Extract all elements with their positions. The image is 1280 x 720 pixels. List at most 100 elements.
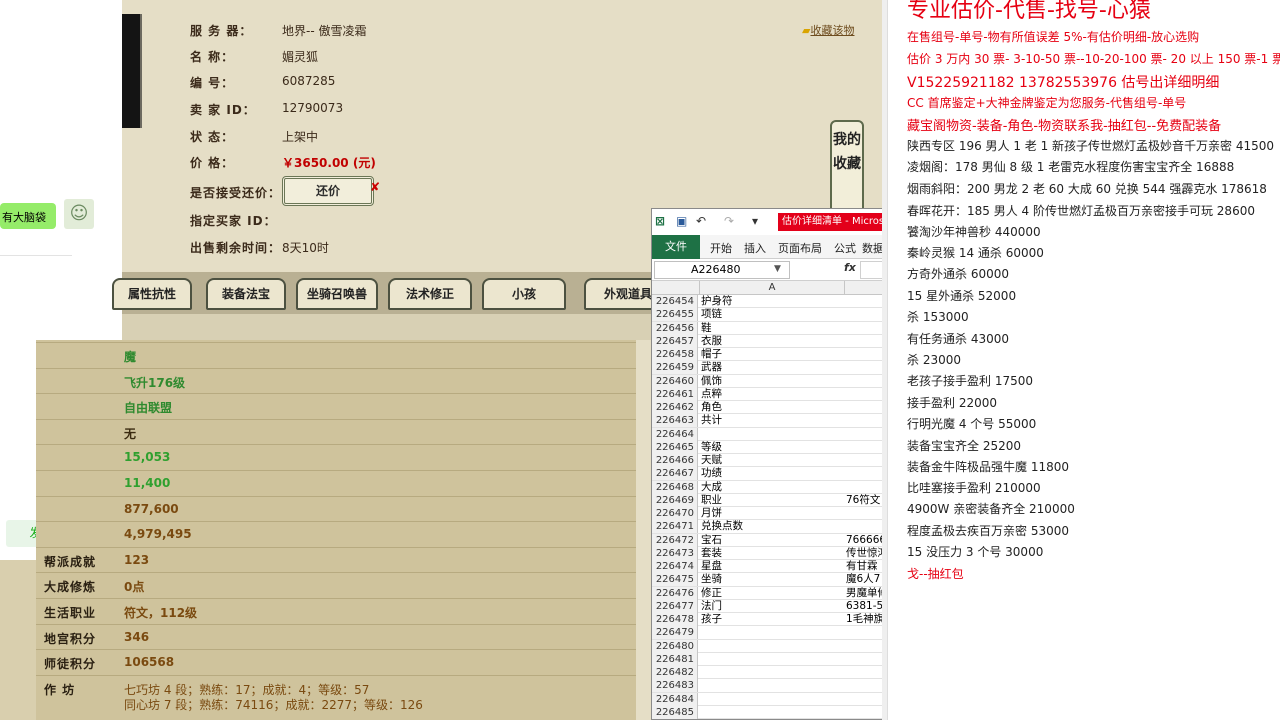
cell-a[interactable]: 功绩 bbox=[701, 467, 843, 480]
row-number[interactable]: 226479 bbox=[652, 626, 698, 640]
cell-a[interactable]: 宝石 bbox=[701, 534, 843, 547]
ribbon-tab-1[interactable]: 开始 bbox=[710, 240, 732, 256]
tab-1[interactable]: 属性抗性 bbox=[112, 278, 192, 310]
redo-icon[interactable]: ↷ bbox=[724, 214, 734, 228]
undo-icon[interactable]: ↶ bbox=[696, 214, 706, 228]
row-number[interactable]: 226484 bbox=[652, 692, 698, 706]
row-number[interactable]: 226470 bbox=[652, 507, 698, 520]
cell-a[interactable]: 坐骑 bbox=[701, 573, 843, 586]
row-number[interactable]: 226458 bbox=[652, 348, 698, 361]
row-number[interactable]: 226480 bbox=[652, 639, 698, 653]
cell-a[interactable]: 大成 bbox=[701, 481, 843, 494]
row-number[interactable]: 226472 bbox=[652, 533, 698, 547]
cell-a[interactable]: 衣服 bbox=[701, 335, 843, 348]
cell-a[interactable]: 护身符 bbox=[701, 295, 843, 308]
name-box[interactable]: A226480 bbox=[654, 261, 790, 279]
field-label: 服 务 器： bbox=[190, 24, 253, 38]
row-number[interactable]: 226485 bbox=[652, 705, 698, 719]
cell-a[interactable]: 佩饰 bbox=[701, 375, 843, 388]
advert-line: 估价 3 万内 30 票- 3-10-50 票--10-20-100 票- 20… bbox=[907, 52, 1280, 66]
contact-avatar[interactable]: ☺ bbox=[64, 199, 94, 229]
advert-line: 烟雨斜阳：200 男龙 2 老 60 大成 60 兑换 544 强霹克水 178… bbox=[907, 182, 1267, 196]
cell-a[interactable]: 孩子 bbox=[701, 613, 843, 626]
ribbon-tab-5[interactable]: 数据 bbox=[862, 240, 884, 256]
row-number[interactable]: 226469 bbox=[652, 493, 698, 507]
background-strip bbox=[0, 560, 36, 720]
row-number[interactable]: 226482 bbox=[652, 666, 698, 679]
row-number[interactable]: 226478 bbox=[652, 613, 698, 626]
cell-a[interactable]: 天赋 bbox=[701, 454, 843, 467]
favorite-link[interactable]: ▰收藏该物 bbox=[802, 22, 854, 38]
buyer-id-label: 指定买家 ID： bbox=[190, 214, 277, 228]
cell-a[interactable]: 角色 bbox=[701, 401, 843, 414]
cell-a[interactable]: 帽子 bbox=[701, 348, 843, 361]
row-number[interactable]: 226476 bbox=[652, 586, 698, 600]
cell-a[interactable]: 点粹 bbox=[701, 388, 843, 401]
cell-a[interactable]: 职业 bbox=[701, 494, 843, 507]
close-icon[interactable]: ✘ bbox=[370, 180, 380, 194]
row-number[interactable]: 226467 bbox=[652, 467, 698, 481]
row-number[interactable]: 226474 bbox=[652, 560, 698, 573]
cell-a[interactable]: 套装 bbox=[701, 547, 843, 560]
attribute-value: 自由联盟 bbox=[124, 401, 173, 416]
row-number[interactable]: 226455 bbox=[652, 308, 698, 322]
tab-file[interactable]: 文件 bbox=[652, 235, 700, 259]
insert-function-icon[interactable]: fx bbox=[844, 261, 856, 274]
ribbon-tab-4[interactable]: 公式 bbox=[834, 240, 856, 256]
ribbon-tab-3[interactable]: 页面布局 bbox=[778, 240, 822, 256]
row-number[interactable]: 226464 bbox=[652, 427, 698, 441]
row-number[interactable]: 226475 bbox=[652, 573, 698, 587]
advert-line: 春晖花开：185 男人 4 阶传世燃灯孟极百万亲密接手可玩 28600 bbox=[907, 204, 1255, 218]
row-number[interactable]: 226456 bbox=[652, 321, 698, 335]
field-value: 地界-- 傲雪凌霜 bbox=[282, 24, 367, 38]
select-all-corner[interactable] bbox=[652, 281, 699, 295]
row-number[interactable]: 226473 bbox=[652, 546, 698, 560]
cell-a[interactable]: 等级 bbox=[701, 441, 843, 454]
field-label: 编 号： bbox=[190, 76, 235, 90]
tab-5[interactable]: 小孩 bbox=[482, 278, 566, 310]
document-scrollbar[interactable] bbox=[882, 0, 888, 720]
attribute-label: 大成修炼 bbox=[44, 580, 97, 595]
attribute-row: 自由联盟 bbox=[36, 393, 636, 419]
cell-a[interactable]: 修正 bbox=[701, 587, 843, 600]
cell-a[interactable]: 共计 bbox=[701, 414, 843, 427]
chevron-down-icon[interactable]: ▼ bbox=[774, 264, 781, 274]
cell-a[interactable]: 项链 bbox=[701, 308, 843, 321]
advert-line: 戈--抽红包 bbox=[907, 567, 964, 581]
advert-line: V15225921182 13782553976 估号出详细明细 bbox=[907, 75, 1220, 91]
my-favorites-button[interactable]: 我的收藏 bbox=[830, 120, 864, 218]
cell-a[interactable]: 月饼 bbox=[701, 507, 843, 520]
cell-a[interactable]: 法门 bbox=[701, 600, 843, 613]
column-header-a[interactable]: A bbox=[699, 281, 844, 295]
row-number[interactable]: 226471 bbox=[652, 520, 698, 534]
attribute-row: 大成修炼 0点 bbox=[36, 572, 636, 598]
tab-2[interactable]: 装备法宝 bbox=[206, 278, 286, 310]
cell-a[interactable]: 兑换点数 bbox=[701, 520, 843, 533]
row-number[interactable]: 226463 bbox=[652, 414, 698, 428]
advert-line: 装备金牛阵极品强牛魔 11800 bbox=[907, 460, 1069, 474]
row-number[interactable]: 226454 bbox=[652, 295, 698, 308]
advert-line: 行明光魔 4 个号 55000 bbox=[907, 417, 1037, 431]
save-icon[interactable]: ▣ bbox=[676, 214, 687, 228]
row-number[interactable]: 226477 bbox=[652, 599, 698, 613]
row-number[interactable]: 226462 bbox=[652, 401, 698, 414]
customize-toolbar-icon[interactable]: ▾ bbox=[752, 214, 758, 228]
row-number[interactable]: 226457 bbox=[652, 334, 698, 348]
attribute-row: 无 bbox=[36, 418, 636, 445]
row-number[interactable]: 226468 bbox=[652, 480, 698, 494]
counter-offer-button[interactable]: 还价 bbox=[282, 176, 374, 206]
row-number[interactable]: 226459 bbox=[652, 361, 698, 375]
row-number[interactable]: 226460 bbox=[652, 374, 698, 388]
tab-3[interactable]: 坐骑召唤兽 bbox=[296, 278, 378, 310]
cell-a[interactable]: 武器 bbox=[701, 361, 843, 374]
field-label: 价 格： bbox=[190, 156, 235, 170]
cell-a[interactable]: 星盘 bbox=[701, 560, 843, 573]
row-number[interactable]: 226466 bbox=[652, 454, 698, 467]
ribbon-tab-2[interactable]: 插入 bbox=[744, 240, 766, 256]
row-number[interactable]: 226461 bbox=[652, 387, 698, 401]
cell-a[interactable]: 鞋 bbox=[701, 322, 843, 335]
tab-4[interactable]: 法术修正 bbox=[388, 278, 472, 310]
row-number[interactable]: 226483 bbox=[652, 679, 698, 693]
row-number[interactable]: 226465 bbox=[652, 440, 698, 454]
row-number[interactable]: 226481 bbox=[652, 652, 698, 666]
